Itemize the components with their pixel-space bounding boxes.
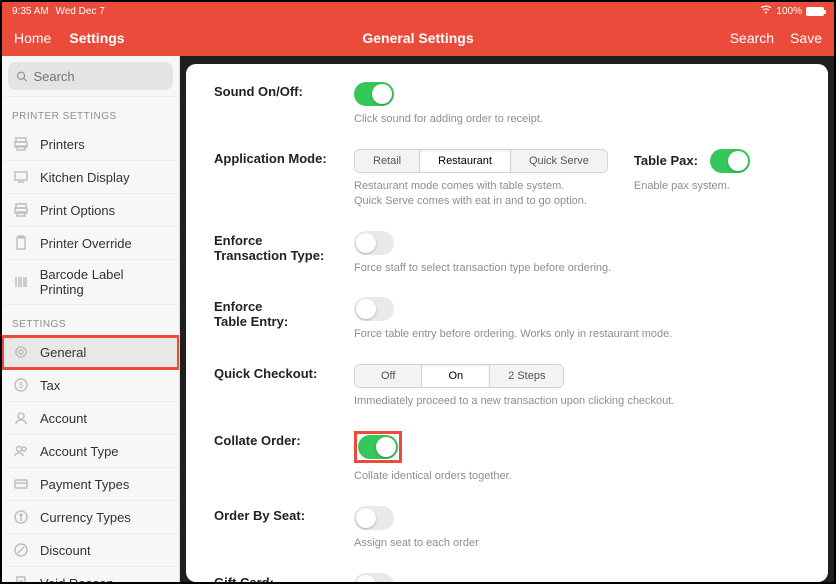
- quick-checkout-segmented: Off On 2 Steps: [354, 364, 564, 388]
- payment-icon: [12, 475, 30, 493]
- giftcard-toggle[interactable]: [354, 573, 394, 582]
- account-icon: [12, 409, 30, 427]
- search-field[interactable]: [8, 62, 173, 90]
- settings-card: Sound On/Off: Click sound for adding ord…: [186, 64, 828, 582]
- sidebar-item-void-reason[interactable]: Void Reason: [2, 567, 179, 582]
- currency-icon: [12, 508, 30, 526]
- orderbyseat-label: Order By Seat:: [214, 506, 354, 523]
- account-type-icon: [12, 442, 30, 460]
- sidebar-item-account-type[interactable]: Account Type: [2, 435, 179, 468]
- collate-label: Collate Order:: [214, 431, 354, 448]
- collate-highlight: [354, 431, 402, 463]
- quick-checkout-off[interactable]: Off: [355, 365, 422, 387]
- sidebar: PRINTER SETTINGS Printers Kitchen Displa…: [2, 56, 180, 582]
- sidebar-item-print-options[interactable]: Print Options: [2, 194, 179, 227]
- enforce-txn-label: EnforceTransaction Type:: [214, 231, 354, 263]
- nav-search[interactable]: Search: [730, 30, 774, 46]
- appmode-retail[interactable]: Retail: [355, 150, 420, 172]
- gear-icon: [12, 343, 30, 361]
- svg-text:$: $: [19, 381, 24, 390]
- print-options-icon: [12, 201, 30, 219]
- collate-toggle[interactable]: [358, 435, 398, 459]
- appmode-quickserve[interactable]: Quick Serve: [511, 150, 607, 172]
- display-icon: [12, 168, 30, 186]
- sidebar-item-general[interactable]: General: [2, 336, 179, 369]
- sound-toggle[interactable]: [354, 82, 394, 106]
- printer-icon: [12, 135, 30, 153]
- collate-desc: Collate identical orders together.: [354, 469, 800, 484]
- pax-label: Table Pax:: [634, 153, 698, 168]
- quick-checkout-on[interactable]: On: [422, 365, 490, 387]
- sidebar-item-barcode-label[interactable]: Barcode Label Printing: [2, 260, 179, 305]
- enforce-txn-desc: Force staff to select transaction type b…: [354, 261, 800, 276]
- nav-bar: Home Settings General Settings Search Sa…: [2, 20, 834, 56]
- status-date: Wed Dec 7: [55, 6, 104, 17]
- void-icon: [12, 574, 30, 582]
- status-time: 9:35 AM: [12, 6, 49, 17]
- sidebar-item-discount[interactable]: Discount: [2, 534, 179, 567]
- sidebar-item-account[interactable]: Account: [2, 402, 179, 435]
- sidebar-item-printer-override[interactable]: Printer Override: [2, 227, 179, 260]
- nav-home[interactable]: Home: [14, 30, 51, 46]
- pax-toggle[interactable]: [710, 149, 750, 173]
- discount-icon: [12, 541, 30, 559]
- orderbyseat-desc: Assign seat to each order: [354, 536, 800, 551]
- status-bar: 9:35 AM Wed Dec 7 100%: [2, 2, 834, 20]
- sidebar-item-payment-types[interactable]: Payment Types: [2, 468, 179, 501]
- enforce-table-toggle[interactable]: [354, 297, 394, 321]
- search-icon: [16, 70, 27, 83]
- pax-desc: Enable pax system.: [634, 179, 750, 194]
- quick-checkout-label: Quick Checkout:: [214, 364, 354, 381]
- sound-desc: Click sound for adding order to receipt.: [354, 112, 800, 127]
- appmode-segmented: Retail Restaurant Quick Serve: [354, 149, 608, 173]
- sidebar-item-kitchen-display[interactable]: Kitchen Display: [2, 161, 179, 194]
- clipboard-icon: [12, 234, 30, 252]
- orderbyseat-toggle[interactable]: [354, 506, 394, 530]
- nav-save[interactable]: Save: [790, 30, 822, 46]
- sidebar-item-printers[interactable]: Printers: [2, 128, 179, 161]
- appmode-label: Application Mode:: [214, 149, 354, 166]
- sidebar-item-currency-types[interactable]: Currency Types: [2, 501, 179, 534]
- quick-checkout-2steps[interactable]: 2 Steps: [490, 365, 563, 387]
- enforce-table-desc: Force table entry before ordering. Works…: [354, 327, 800, 342]
- sidebar-item-tax[interactable]: $ Tax: [2, 369, 179, 402]
- page-title: General Settings: [2, 30, 834, 46]
- appmode-desc: Restaurant mode comes with table system.…: [354, 179, 608, 209]
- tax-icon: $: [12, 376, 30, 394]
- search-input[interactable]: [33, 69, 165, 84]
- quick-checkout-desc: Immediately proceed to a new transaction…: [354, 394, 800, 409]
- appmode-restaurant[interactable]: Restaurant: [420, 150, 511, 172]
- sound-label: Sound On/Off:: [214, 82, 354, 99]
- wifi-icon: [760, 5, 772, 17]
- section-settings: SETTINGS: [2, 305, 179, 336]
- enforce-table-label: EnforceTable Entry:: [214, 297, 354, 329]
- battery-icon: [806, 7, 824, 16]
- battery-text: 100%: [776, 6, 802, 17]
- section-printer-settings: PRINTER SETTINGS: [2, 97, 179, 128]
- giftcard-label: Gift Card:: [214, 573, 354, 582]
- barcode-icon: [12, 273, 30, 291]
- nav-settings[interactable]: Settings: [69, 30, 124, 46]
- enforce-txn-toggle[interactable]: [354, 231, 394, 255]
